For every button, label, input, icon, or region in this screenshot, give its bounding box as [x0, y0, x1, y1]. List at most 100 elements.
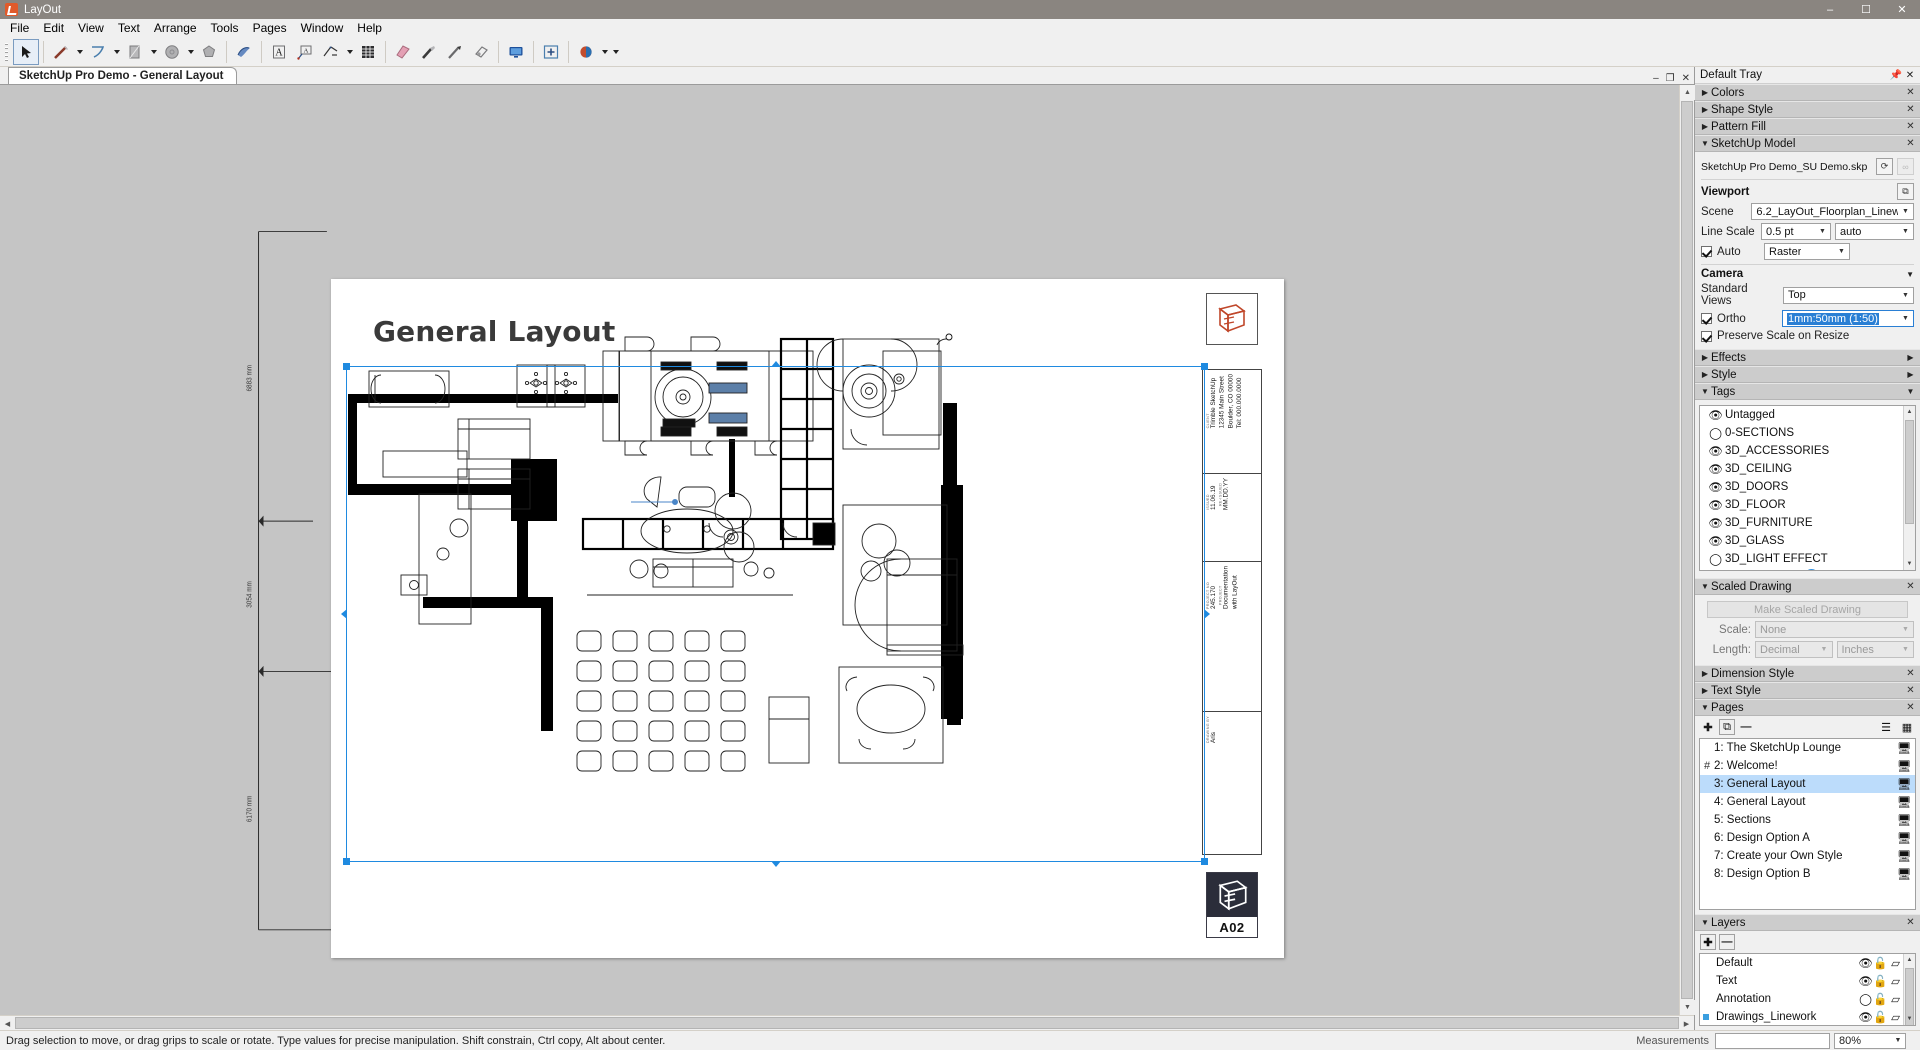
- scale-dropdown[interactable]: None ▼: [1755, 621, 1914, 638]
- tags-list[interactable]: 👁 Untagged ◯ 0-SECTIONS 👁 3D_ACCESSORIES: [1699, 405, 1916, 571]
- presentation-screen-icon[interactable]: 🖥: [1893, 867, 1915, 881]
- chevron-down-icon[interactable]: [185, 39, 196, 65]
- eraser-blue-icon[interactable]: [231, 39, 257, 65]
- tag-row[interactable]: 👁 3D_SIDEWALK: [1700, 568, 1903, 570]
- doc-close-button[interactable]: ✕: [1682, 74, 1690, 84]
- scene-dropdown[interactable]: 6.2_LayOut_Floorplan_Linework ▼: [1751, 203, 1914, 220]
- lock-open-icon[interactable]: 🔓: [1873, 992, 1888, 1006]
- remove-page-button[interactable]: —: [1738, 719, 1754, 735]
- panel-header-layers[interactable]: ▼ Layers ✕: [1695, 914, 1920, 931]
- horizontal-scroll-thumb[interactable]: [15, 1017, 1679, 1029]
- panel-collapse-arrow-icon[interactable]: ▼: [1904, 387, 1917, 396]
- vertical-scroll-thumb[interactable]: [1681, 101, 1693, 999]
- visibility-eye-icon[interactable]: 👁: [1858, 956, 1873, 970]
- panel-expand-arrow-icon[interactable]: ▶: [1904, 370, 1917, 379]
- chevron-down-icon[interactable]: [599, 39, 610, 65]
- panel-header-scaled-drawing[interactable]: ▼ Scaled Drawing ✕: [1695, 578, 1920, 595]
- layer-row-active[interactable]: Drawings_Linework 👁 🔓 ▱: [1700, 1008, 1903, 1025]
- pages-list[interactable]: 1: The SketchUp Lounge 🖥 # 2: Welcome! 🖥…: [1699, 738, 1916, 910]
- page-row[interactable]: 5: Sections 🖥: [1700, 811, 1915, 829]
- tag-row[interactable]: ◯ 0-SECTIONS: [1700, 424, 1903, 442]
- panel-header-effects[interactable]: ▶ Effects ▶: [1695, 349, 1920, 366]
- toolbar-grip[interactable]: [3, 40, 10, 63]
- polygon-tool[interactable]: [196, 39, 222, 65]
- tags-scrollbar[interactable]: ▲ ▼: [1903, 406, 1915, 570]
- menu-view[interactable]: View: [71, 20, 111, 37]
- panel-close-icon[interactable]: ✕: [1904, 917, 1917, 928]
- page-shape-icon[interactable]: ▱: [1888, 956, 1903, 970]
- panel-close-icon[interactable]: ✕: [1904, 87, 1917, 98]
- remove-layer-button[interactable]: —: [1719, 934, 1735, 950]
- render-mode-dropdown[interactable]: Raster ▼: [1764, 243, 1850, 260]
- visibility-eye-icon[interactable]: 👁: [1706, 444, 1725, 458]
- visibility-eye-icon[interactable]: 👁: [1706, 462, 1725, 476]
- measurements-input[interactable]: [1715, 1032, 1830, 1049]
- erase-tool[interactable]: [390, 39, 416, 65]
- pin-icon[interactable]: 📌: [1889, 70, 1903, 81]
- presentation-screen-icon[interactable]: 🖥: [1893, 831, 1915, 845]
- canvas-vertical-scrollbar[interactable]: ▲ ▼: [1679, 85, 1695, 1015]
- grid-view-button[interactable]: ▦: [1899, 719, 1915, 735]
- menu-tools[interactable]: Tools: [204, 20, 246, 37]
- panel-header-sketchup-model[interactable]: ▼ SketchUp Model ✕: [1695, 135, 1920, 152]
- table-tool[interactable]: [355, 39, 381, 65]
- visibility-eye-icon[interactable]: 👁: [1858, 974, 1873, 988]
- canvas-horizontal-scrollbar[interactable]: ◀ ▶: [0, 1015, 1694, 1031]
- presentation-screen-icon[interactable]: 🖥: [1893, 777, 1915, 791]
- layer-row[interactable]: Text 👁 🔓 ▱: [1700, 972, 1903, 990]
- panel-expand-arrow-icon[interactable]: ▶: [1904, 353, 1917, 362]
- tag-row[interactable]: 👁 3D_ACCESSORIES: [1700, 442, 1903, 460]
- tag-row[interactable]: 👁 Untagged: [1700, 406, 1903, 424]
- panel-close-icon[interactable]: ✕: [1904, 685, 1917, 696]
- panel-header-pattern-fill[interactable]: ▶ Pattern Fill ✕: [1695, 118, 1920, 135]
- length-format-dropdown[interactable]: Decimal ▼: [1755, 641, 1833, 658]
- page-row[interactable]: # 2: Welcome! 🖥: [1700, 757, 1915, 775]
- text-tool[interactable]: A: [266, 39, 292, 65]
- line-tool[interactable]: [48, 39, 74, 65]
- line-scale-auto-dropdown[interactable]: auto ▼: [1835, 223, 1914, 240]
- presentation-screen-icon[interactable]: 🖥: [1893, 759, 1915, 773]
- scroll-down-arrow[interactable]: ▼: [1904, 558, 1915, 570]
- lock-open-icon[interactable]: 🔓: [1873, 956, 1888, 970]
- chevron-down-icon[interactable]: [148, 39, 159, 65]
- layer-row[interactable]: Annotation ◯ 🔓 ▱: [1700, 990, 1903, 1008]
- tag-row[interactable]: 👁 3D_FLOOR: [1700, 496, 1903, 514]
- panel-close-icon[interactable]: ✕: [1904, 668, 1917, 679]
- menu-edit[interactable]: Edit: [36, 20, 71, 37]
- color-tool[interactable]: [573, 39, 599, 65]
- scroll-up-arrow[interactable]: ▲: [1904, 406, 1915, 418]
- tag-row[interactable]: ◯ 3D_LIGHT EFFECT: [1700, 550, 1903, 568]
- presentation-screen-icon[interactable]: 🖥: [1893, 795, 1915, 809]
- presentation-monitor-icon[interactable]: [503, 39, 529, 65]
- zoom-level-dropdown[interactable]: 80% ▼: [1834, 1032, 1906, 1049]
- panel-close-icon[interactable]: ✕: [1904, 104, 1917, 115]
- chevron-down-icon[interactable]: [74, 39, 85, 65]
- tag-row[interactable]: 👁 3D_GLASS: [1700, 532, 1903, 550]
- line-scale-dropdown[interactable]: 0.5 pt ▼: [1761, 223, 1831, 240]
- arc-tool[interactable]: [85, 39, 111, 65]
- page-row-selected[interactable]: 3: General Layout 🖥: [1700, 775, 1915, 793]
- page-row[interactable]: 6: Design Option A 🖥: [1700, 829, 1915, 847]
- rectangle-tool[interactable]: [122, 39, 148, 65]
- circle-tool[interactable]: [159, 39, 185, 65]
- menu-text[interactable]: Text: [111, 20, 147, 37]
- scroll-down-arrow[interactable]: ▼: [1680, 1000, 1695, 1015]
- ortho-checkbox[interactable]: [1701, 313, 1712, 324]
- page-shape-icon[interactable]: ▱: [1888, 992, 1903, 1006]
- preserve-scale-checkbox[interactable]: [1701, 330, 1712, 342]
- drawing-canvas[interactable]: 6883 mm 3054 mm 6170 mm General Layout C…: [0, 85, 1679, 1015]
- tag-row[interactable]: 👁 3D_FURNITURE: [1700, 514, 1903, 532]
- insert-tool[interactable]: [538, 39, 564, 65]
- visibility-eye-icon[interactable]: 👁: [1706, 534, 1725, 548]
- tag-row[interactable]: 👁 3D_DOORS: [1700, 478, 1903, 496]
- page-shape-icon[interactable]: ▱: [1888, 974, 1903, 988]
- chevron-down-icon[interactable]: [344, 39, 355, 65]
- panel-header-text-style[interactable]: ▶ Text Style ✕: [1695, 682, 1920, 699]
- link-icon[interactable]: ∞: [1897, 158, 1914, 175]
- document-tab[interactable]: SketchUp Pro Demo - General Layout: [8, 67, 237, 84]
- menu-pages[interactable]: Pages: [246, 20, 294, 37]
- menu-arrange[interactable]: Arrange: [147, 20, 204, 37]
- page-row[interactable]: 7: Create your Own Style 🖥: [1700, 847, 1915, 865]
- visibility-eye-icon[interactable]: 👁: [1706, 516, 1725, 530]
- tag-row[interactable]: 👁 3D_CEILING: [1700, 460, 1903, 478]
